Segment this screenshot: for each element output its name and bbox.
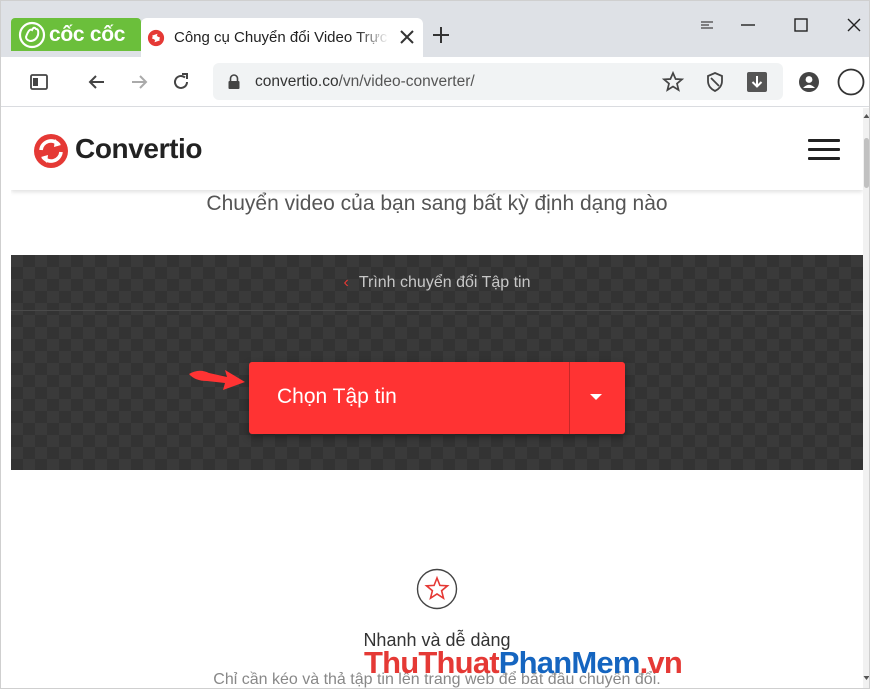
- url-path: /vn/video-converter/: [338, 73, 475, 90]
- watermark: ThuThuatPhanMem.vn: [364, 645, 683, 681]
- close-icon[interactable]: [397, 27, 417, 47]
- forward-icon[interactable]: [127, 70, 151, 94]
- breadcrumb: ‹ Trình chuyển đổi Tập tin: [11, 255, 863, 311]
- star-circle-icon: [416, 568, 458, 610]
- upload-section: ‹ Trình chuyển đổi Tập tin Chọn Tập tin: [11, 255, 863, 470]
- page-viewport: Convertio Chuyển video của bạn sang bất …: [11, 108, 863, 688]
- site-name[interactable]: Convertio: [75, 133, 202, 165]
- caret-down-icon[interactable]: [589, 392, 603, 402]
- url-text: convertio.co/vn/video-converter/: [255, 73, 475, 91]
- hamburger-icon[interactable]: [808, 139, 840, 163]
- pointer-arrow-icon: [189, 370, 245, 390]
- active-tab[interactable]: Công cụ Chuyển đổi Video Trực tuyến: [141, 18, 423, 57]
- scroll-up-icon[interactable]: [863, 112, 870, 120]
- hamburger-line: [808, 139, 840, 142]
- back-icon[interactable]: [85, 70, 109, 94]
- tab-title: Công cụ Chuyển đổi Video Trực tuyến: [174, 29, 389, 46]
- title-bar: cốc cốc Công cụ Chuyển đổi Video Trực tu…: [1, 1, 869, 57]
- page-subtitle: Chuyển video của bạn sang bất kỳ định dạ…: [206, 192, 668, 215]
- watermark-part3: .vn: [639, 645, 683, 680]
- sidebar-icon[interactable]: [27, 70, 51, 94]
- watermark-part1: ThuThuat: [364, 645, 500, 680]
- browser-toolbar: convertio.co/vn/video-converter/: [1, 57, 869, 107]
- tab-search-icon[interactable]: [698, 15, 718, 35]
- hamburger-line: [808, 148, 840, 151]
- plus-icon[interactable]: [431, 25, 451, 45]
- convertio-favicon-icon: [147, 29, 165, 46]
- download-icon[interactable]: [745, 70, 769, 94]
- choose-file-label: Chọn Tập tin: [277, 385, 397, 408]
- site-header: Convertio: [11, 108, 863, 190]
- address-bar[interactable]: convertio.co/vn/video-converter/: [213, 63, 783, 100]
- choose-file-button[interactable]: Chọn Tập tin: [249, 362, 625, 434]
- menu-circle-icon[interactable]: [837, 68, 865, 96]
- brand-name: cốc cốc: [49, 22, 126, 46]
- url-host: convertio.co: [255, 73, 339, 90]
- scroll-down-icon[interactable]: [863, 674, 870, 682]
- coccoc-brand-tab[interactable]: cốc cốc: [11, 18, 141, 51]
- coccoc-logo-icon: [18, 21, 46, 48]
- reload-icon[interactable]: [169, 70, 193, 94]
- star-icon[interactable]: [661, 70, 685, 94]
- minimize-icon[interactable]: [738, 15, 758, 35]
- maximize-icon[interactable]: [791, 15, 811, 35]
- convertio-logo-icon[interactable]: [33, 133, 69, 169]
- scrollbar[interactable]: [863, 108, 870, 688]
- browser-window: cốc cốc Công cụ Chuyển đổi Video Trực tu…: [0, 0, 870, 689]
- chevron-left-icon[interactable]: ‹: [344, 274, 349, 292]
- scroll-thumb[interactable]: [864, 138, 869, 188]
- breadcrumb-link[interactable]: Trình chuyển đổi Tập tin: [359, 274, 531, 292]
- close-window-icon[interactable]: [844, 15, 864, 35]
- hamburger-line: [808, 157, 840, 160]
- profile-icon[interactable]: [797, 70, 821, 94]
- button-divider: [569, 362, 570, 434]
- watermark-part2: PhanMem: [498, 645, 641, 680]
- lock-icon[interactable]: [227, 74, 241, 89]
- shield-icon[interactable]: [703, 70, 727, 94]
